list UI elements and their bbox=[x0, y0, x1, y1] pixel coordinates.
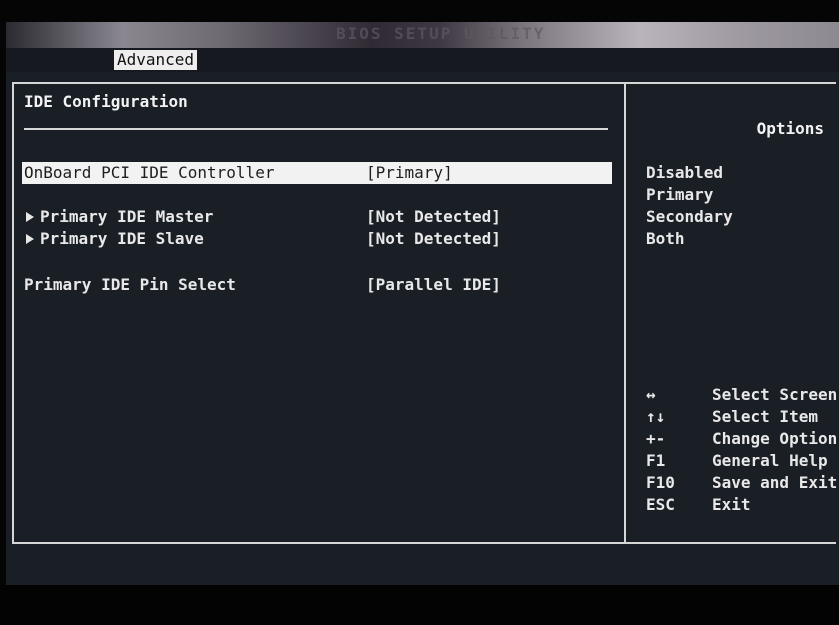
main-frame: IDE Configuration OnBoard PCI IDE Contro… bbox=[12, 82, 838, 544]
help-save-exit: F10 Save and Exit bbox=[646, 472, 837, 494]
submenu-primary-ide-slave[interactable]: Primary IDE Slave [Not Detected] bbox=[22, 228, 612, 250]
option-primary[interactable]: Primary bbox=[646, 184, 713, 206]
help-desc: Select Screen bbox=[712, 385, 838, 404]
up-down-arrows-icon: ↑↓ bbox=[646, 407, 666, 426]
help-change-option: +- Change Option bbox=[646, 428, 837, 450]
bios-screen: BIOS SETUP UTILITY Advanced IDE Configur… bbox=[6, 22, 839, 585]
setting-primary-ide-pin-select[interactable]: Primary IDE Pin Select [Parallel IDE] bbox=[22, 274, 612, 296]
help-select-screen: ↔ Select Screen bbox=[646, 384, 837, 406]
help-select-item: ↑↓ Select Item bbox=[646, 406, 818, 428]
setting-label: Primary IDE Master bbox=[40, 207, 214, 226]
option-both[interactable]: Both bbox=[646, 228, 685, 250]
option-disabled[interactable]: Disabled bbox=[646, 162, 723, 184]
setting-value: [Parallel IDE] bbox=[366, 275, 501, 294]
tab-strip: Advanced bbox=[6, 48, 839, 72]
help-key: F1 bbox=[646, 451, 666, 470]
setting-label: Primary IDE Slave bbox=[40, 229, 204, 248]
submenu-arrow-icon bbox=[26, 234, 34, 244]
help-key: F10 bbox=[646, 473, 675, 492]
help-desc: General Help bbox=[712, 451, 828, 470]
tab-advanced[interactable]: Advanced bbox=[114, 50, 198, 70]
setting-onboard-pci-ide-controller[interactable]: OnBoard PCI IDE Controller [Primary] bbox=[22, 162, 612, 184]
left-right-arrows-icon: ↔ bbox=[646, 385, 656, 404]
submenu-primary-ide-master[interactable]: Primary IDE Master [Not Detected] bbox=[22, 206, 612, 228]
submenu-arrow-icon bbox=[26, 212, 34, 222]
setting-value: [Primary] bbox=[366, 163, 453, 182]
monitor-bezel-top bbox=[0, 0, 839, 22]
setting-label: Primary IDE Pin Select bbox=[24, 275, 236, 294]
help-desc: Exit bbox=[712, 495, 751, 514]
settings-pane: IDE Configuration OnBoard PCI IDE Contro… bbox=[14, 84, 624, 542]
plus-minus-icon: +- bbox=[646, 429, 666, 448]
setting-value: [Not Detected] bbox=[366, 229, 501, 248]
options-pane: Options Disabled Primary Secondary Both … bbox=[626, 84, 838, 542]
help-key: ESC bbox=[646, 495, 675, 514]
section-divider bbox=[24, 128, 608, 130]
title-bar: BIOS SETUP UTILITY bbox=[6, 22, 839, 48]
section-title: IDE Configuration bbox=[24, 92, 188, 111]
setting-value: [Not Detected] bbox=[366, 207, 501, 226]
option-secondary[interactable]: Secondary bbox=[646, 206, 733, 228]
help-exit: ESC Exit bbox=[646, 494, 751, 516]
monitor-bezel-bottom bbox=[0, 585, 839, 625]
options-title: Options bbox=[756, 119, 824, 138]
help-desc: Select Item bbox=[712, 407, 818, 426]
setting-label: OnBoard PCI IDE Controller bbox=[24, 163, 275, 182]
help-general-help: F1 General Help bbox=[646, 450, 828, 472]
help-desc: Change Option bbox=[712, 429, 838, 448]
help-desc: Save and Exit bbox=[712, 473, 838, 492]
app-title: BIOS SETUP UTILITY bbox=[336, 24, 546, 43]
